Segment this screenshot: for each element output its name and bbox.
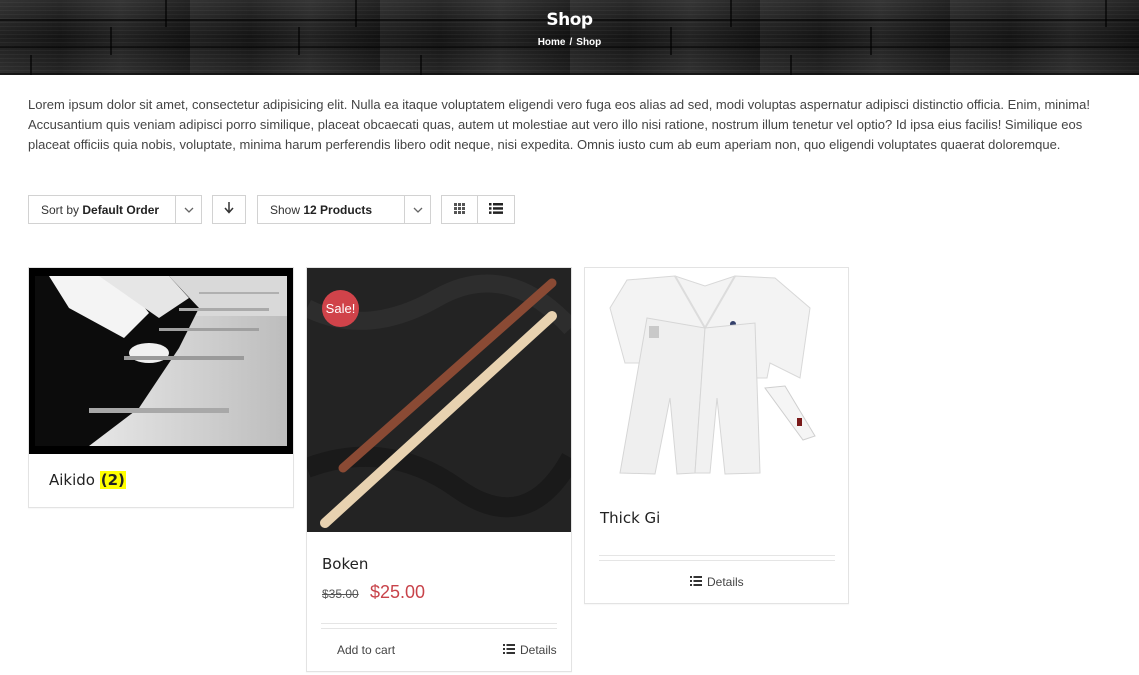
product-card-aikido[interactable]: Aikido (2) <box>28 267 294 508</box>
page-title: Shop <box>546 10 593 30</box>
arrow-down-icon <box>224 201 234 219</box>
sort-by-label: Sort by Default Order <box>41 202 160 217</box>
regular-price: $35.00 <box>322 587 359 601</box>
divider <box>599 555 835 556</box>
product-title[interactable]: Thick Gi <box>600 509 660 527</box>
grid-view-button[interactable] <box>441 195 478 224</box>
products-per-page-dropdown[interactable]: Show 12 Products <box>257 195 431 224</box>
category-image[interactable] <box>29 268 293 454</box>
product-image[interactable] <box>585 268 848 488</box>
sale-price: $25.00 <box>370 582 426 602</box>
product-title[interactable]: Boken <box>322 555 368 573</box>
add-to-cart-button[interactable]: Add to cart <box>337 643 395 657</box>
shop-description: Lorem ipsum dolor sit amet, consectetur … <box>28 97 1090 152</box>
details-button[interactable]: Details <box>503 643 557 657</box>
category-count: (2) <box>99 471 126 489</box>
breadcrumb-home-link[interactable]: Home <box>538 37 566 48</box>
divider <box>321 628 557 629</box>
details-label: Details <box>520 643 557 657</box>
list-view-button[interactable] <box>477 195 515 224</box>
products-per-page-label: Show 12 Products <box>270 202 373 217</box>
sale-badge: Sale! <box>322 290 359 327</box>
category-title[interactable]: Aikido (2) <box>49 471 126 489</box>
product-card-boken[interactable]: Sale! Boken $35.00 $25.00 Add to cart De… <box>302 267 580 672</box>
chevron-down-icon <box>404 196 430 223</box>
chevron-down-icon <box>175 196 201 223</box>
list-icon <box>489 201 503 219</box>
breadcrumb-current: Shop <box>576 37 602 48</box>
sort-direction-button[interactable] <box>212 195 246 224</box>
details-button[interactable]: Details <box>690 575 744 589</box>
breadcrumb-separator: / <box>569 37 573 48</box>
list-icon <box>690 575 702 589</box>
list-icon <box>503 643 515 657</box>
grid-icon <box>454 201 465 219</box>
divider <box>321 623 557 624</box>
divider <box>599 560 835 561</box>
product-card-thick-gi[interactable]: Thick Gi Details <box>584 267 849 604</box>
sort-by-dropdown[interactable]: Sort by Default Order <box>28 195 202 224</box>
page-title-banner: Shop Home / Shop <box>0 0 1139 75</box>
details-label: Details <box>707 575 744 589</box>
breadcrumb: Home / Shop <box>0 37 1139 48</box>
